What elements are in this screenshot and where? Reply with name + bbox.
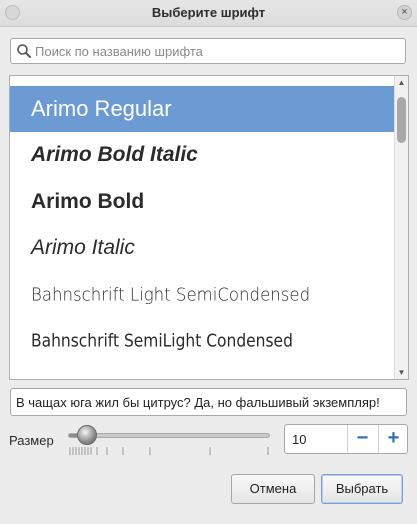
title-bar: Выберите шрифт × bbox=[0, 0, 417, 27]
font-list-scrollbar[interactable]: ▲ ▼ bbox=[394, 76, 408, 379]
font-item-bahnschrift-light-semicondensed[interactable]: Bahnschrift Light SemiCondensed bbox=[10, 272, 395, 318]
font-item-arimo-regular[interactable]: Arimo Regular bbox=[10, 86, 395, 132]
preview-text[interactable]: В чащах юга жил бы цитрус? Да, но фальши… bbox=[10, 388, 407, 416]
minus-icon[interactable]: − bbox=[347, 425, 377, 453]
font-item-label: Arimo Bold bbox=[31, 190, 145, 213]
search-input[interactable] bbox=[35, 39, 395, 63]
select-button[interactable]: Выбрать bbox=[321, 474, 403, 504]
search-box[interactable] bbox=[10, 38, 406, 64]
size-spinner[interactable]: − + bbox=[284, 424, 408, 454]
size-slider-handle[interactable] bbox=[77, 425, 97, 445]
font-item-label: Arimo Bold Italic bbox=[31, 143, 198, 166]
font-list[interactable]: Arimo Regular Arimo Bold Italic Arimo Bo… bbox=[9, 75, 409, 380]
scroll-up-icon[interactable]: ▲ bbox=[395, 77, 408, 88]
window-title: Выберите шрифт bbox=[151, 5, 266, 20]
font-item-bahnschrift-semilight-condensed[interactable]: Bahnschrift SemiLight Condensed bbox=[10, 318, 395, 364]
size-slider-track[interactable] bbox=[68, 433, 270, 438]
search-icon bbox=[17, 44, 31, 58]
scrollbar-thumb[interactable] bbox=[397, 97, 406, 143]
font-item-label: Arimo Italic bbox=[31, 236, 135, 259]
cancel-button[interactable]: Отмена bbox=[231, 474, 315, 504]
font-item-arimo-bold[interactable]: Arimo Bold bbox=[10, 179, 395, 225]
font-item-label: Bahnschrift Light SemiCondensed bbox=[31, 284, 311, 306]
plus-icon[interactable]: + bbox=[378, 425, 408, 453]
size-label: Размер bbox=[9, 433, 54, 448]
font-item-label: Arimo Regular bbox=[31, 96, 172, 121]
font-item-arimo-bold-italic[interactable]: Arimo Bold Italic bbox=[10, 132, 395, 178]
font-item-label: Bahnschrift SemiLight Condensed bbox=[31, 330, 293, 352]
scroll-down-icon[interactable]: ▼ bbox=[395, 367, 408, 378]
font-item-arimo-italic[interactable]: Arimo Italic bbox=[10, 225, 395, 271]
size-input[interactable] bbox=[285, 425, 354, 453]
close-icon[interactable]: × bbox=[397, 5, 412, 20]
